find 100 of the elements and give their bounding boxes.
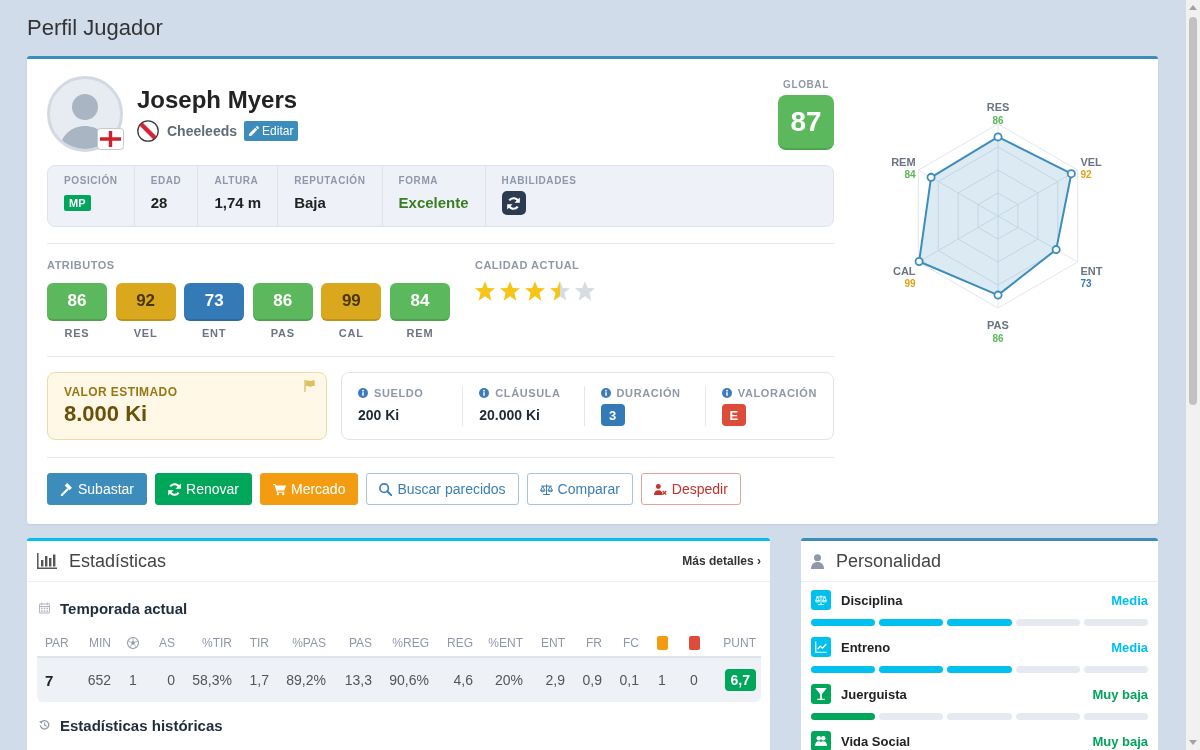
info-label: EDAD [150, 175, 182, 187]
trait-value: Muy baja [1092, 733, 1148, 749]
scroll-down-icon[interactable] [1189, 740, 1197, 745]
attribute-badge: 99 [321, 283, 382, 321]
table-cell-text: 89,2% [285, 672, 327, 688]
info-value: 1,74 m [214, 193, 262, 213]
radar-axis-label: REM [891, 155, 916, 168]
table-header: PAR [44, 636, 70, 650]
scrollbar[interactable] [1186, 0, 1200, 750]
table-header: AS [158, 636, 176, 650]
estimated-value: 8.000 Ki [64, 401, 149, 427]
attribute-label: RES [64, 327, 90, 339]
table-header: %REG [391, 636, 430, 650]
star-icon [474, 281, 495, 301]
rating-badge: 6,7 [724, 669, 756, 691]
info-value: Baja [294, 193, 326, 213]
meter-segment [879, 666, 944, 673]
table-header: PUNT [722, 636, 757, 650]
table-cell-text: 20% [493, 672, 524, 688]
trait-label: Juerguista [841, 686, 907, 702]
scrollbar-thumb[interactable] [1189, 17, 1197, 405]
attribute-badge: 86 [252, 283, 313, 321]
gavel-icon [60, 482, 73, 496]
radar-axis-label: RES [986, 101, 1010, 113]
info-label: REPUTACIÓN [294, 175, 366, 187]
info-label: HABILIDADES [501, 175, 578, 187]
find-similar-button[interactable]: Buscar parecidos [366, 473, 519, 505]
info-label: ALTURA [214, 175, 260, 187]
trait-value: Media [1111, 639, 1148, 655]
info-icon [358, 388, 368, 398]
meter-segment [947, 619, 1012, 626]
table-cell-text: 1,7 [248, 672, 270, 688]
table-cell-text: 58,3% [191, 672, 233, 688]
table-cell-text: 652 [86, 672, 112, 688]
refresh-icon[interactable] [501, 191, 526, 215]
meter-segment [811, 713, 876, 720]
flag-icon [97, 128, 124, 150]
table-cell-text: 0,9 [581, 672, 603, 688]
compare-button[interactable]: Comparar [526, 473, 633, 505]
table-cell-text: 0 [689, 672, 699, 688]
info-icon [721, 388, 732, 398]
refresh-icon [168, 482, 182, 496]
meter-segment [879, 713, 944, 720]
table-header: %TIR [201, 636, 233, 650]
section-label: CALIDAD ACTUAL [474, 259, 581, 271]
crest-icon [137, 120, 159, 142]
info-label: FORMA [398, 175, 440, 187]
table-header: FC [622, 636, 640, 650]
table-cell-text: 2,9 [544, 672, 566, 688]
meter-segment [1083, 619, 1148, 626]
meter-segment [879, 619, 944, 626]
panel-title: Estadísticas [69, 550, 167, 572]
trait-value: Muy baja [1092, 686, 1148, 702]
user-icon [811, 553, 824, 569]
contract-label: VALORACIÓN [737, 387, 817, 399]
radar-value: 92 [1080, 169, 1092, 180]
dismiss-button[interactable]: Despedir [640, 473, 741, 505]
table-header: REG [446, 636, 474, 650]
radar-axis-label: PAS [987, 319, 1009, 331]
auction-button[interactable]: Subastar [47, 473, 148, 505]
contract-label: CLÁUSULA [495, 387, 561, 399]
section-title: Estadísticas históricas [60, 716, 223, 734]
table-cell-text: 4,6 [452, 672, 474, 688]
radar-point [993, 290, 1003, 300]
contract-badge: 3 [600, 404, 625, 426]
pencil-icon [249, 126, 260, 136]
calendar-icon [39, 602, 50, 614]
table-header: %PAS [291, 636, 327, 650]
info-icon [600, 388, 611, 398]
attribute-badge: 92 [115, 283, 176, 321]
table-cell-text: 0,1 [618, 672, 640, 688]
cart-icon [272, 482, 286, 496]
star-icon [499, 281, 520, 301]
table-cell-text: 90,6% [388, 672, 430, 688]
contract-value: 200 Ki [358, 407, 400, 423]
attribute-label: VEL [133, 327, 158, 339]
radar-axis-label: ENT [1080, 264, 1103, 277]
more-details-link[interactable]: Más detalles › [682, 554, 761, 568]
radar-axis-label: VEL [1080, 155, 1102, 168]
meter-segment [1015, 666, 1080, 673]
renew-button[interactable]: Renovar [155, 473, 252, 505]
info-value: 28 [150, 193, 168, 213]
position-badge: MP [64, 195, 91, 211]
table-cell-text: 13,3 [343, 672, 373, 688]
scroll-up-icon[interactable] [1189, 5, 1197, 10]
radar-value: 73 [1080, 278, 1092, 289]
trait-label: Vida Social [841, 733, 911, 749]
radar-point [914, 257, 924, 267]
edit-button[interactable]: Editar [244, 121, 299, 141]
user-x-icon [653, 482, 667, 496]
table-header: TIR [248, 636, 270, 650]
attribute-label: ENT [202, 327, 227, 339]
radar-point [993, 132, 1003, 142]
radar-point [1051, 245, 1061, 255]
section-label: ATRIBUTOS [47, 259, 116, 271]
info-value: Excelente [398, 193, 469, 213]
star-icon [549, 281, 570, 301]
table-cell-text: 1 [128, 672, 138, 688]
info-label: POSICIÓN [64, 175, 118, 187]
club-name: Cheeleeds [167, 123, 238, 139]
